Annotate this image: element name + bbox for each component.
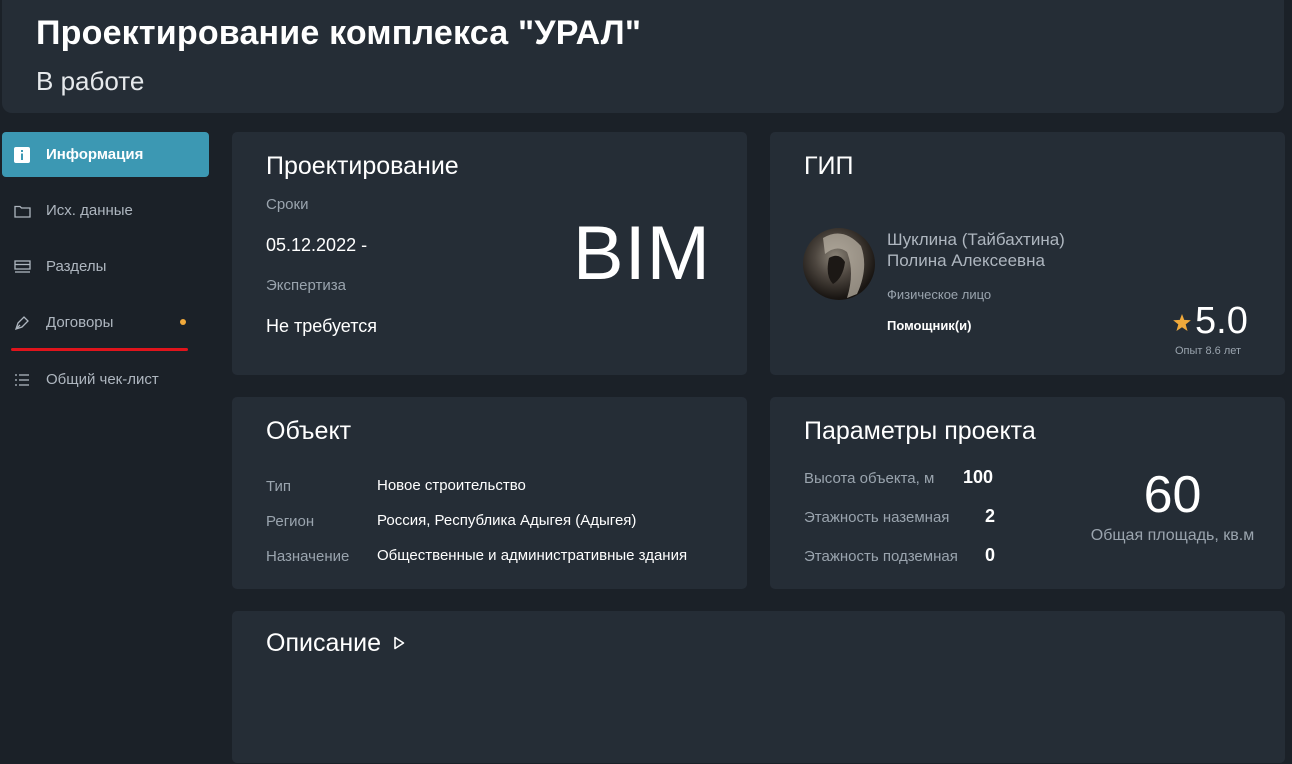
expertise-value: Не требуется	[266, 316, 377, 336]
project-header: Проектирование комплекса "УРАЛ" В работе	[2, 0, 1284, 113]
star-icon	[1173, 314, 1191, 336]
sidebar-item-label: Разделы	[46, 258, 107, 275]
rating-value: 5.0	[1195, 300, 1248, 342]
object-region-value: Россия, Республика Адыгея (Адыгея)	[377, 512, 637, 529]
avatar[interactable]	[803, 228, 875, 300]
info-icon	[13, 146, 31, 164]
floors-above-label: Этажность наземная	[804, 509, 950, 526]
triangle-right-icon	[393, 636, 405, 655]
project-title: Проектирование комплекса "УРАЛ"	[36, 14, 642, 52]
sidebar-item-info[interactable]: Информация	[2, 132, 209, 177]
design-card-title: Проектирование	[266, 152, 459, 180]
folder-icon	[13, 202, 31, 220]
params-card: Параметры проекта Высота объекта, м 100 …	[770, 397, 1285, 589]
bim-badge: BIM	[572, 211, 711, 296]
total-area-value: 60	[1143, 466, 1202, 524]
floors-below-value: 0	[985, 545, 996, 565]
sidebar-item-label: Информация	[46, 146, 144, 163]
sidebar-item-label: Исх. данные	[46, 202, 133, 219]
object-type-value: Новое строительство	[377, 477, 526, 494]
sidebar-item-label: Договоры	[46, 314, 114, 331]
object-card-title: Объект	[266, 417, 352, 445]
description-title: Описание	[266, 629, 382, 657]
height-label: Высота объекта, м	[804, 470, 935, 487]
rating: 5.0	[1173, 302, 1248, 340]
object-region-label: Регион	[266, 513, 315, 530]
floors-below-label: Этажность подземная	[804, 548, 958, 565]
deadlines-value: 05.12.2022 -	[266, 235, 368, 255]
gip-card: ГИП Шуклина (Тайбахтина) Полина Алексеев…	[770, 132, 1285, 375]
total-area-label: Общая площадь, кв.м	[1090, 527, 1255, 544]
description-card: Описание	[232, 611, 1285, 763]
sidebar-item-source-data[interactable]: Исх. данные	[2, 188, 209, 233]
floors-above-value: 2	[985, 506, 996, 526]
object-card: Объект Тип Новое строительство Регион Ро…	[232, 397, 747, 589]
sidebar-item-checklist[interactable]: Общий чек-лист	[2, 357, 209, 402]
deadlines-label: Сроки	[266, 196, 309, 213]
assistants-link[interactable]: Помощник(и)	[887, 318, 971, 333]
object-type-label: Тип	[266, 478, 292, 495]
sidebar-item-label: Общий чек-лист	[46, 371, 159, 388]
gip-name[interactable]: Шуклина (Тайбахтина) Полина Алексеевна	[887, 229, 1065, 271]
sidebar-item-sections[interactable]: Разделы	[2, 244, 209, 289]
object-purpose-value: Общественные и административные здания	[377, 547, 688, 564]
pen-icon	[13, 314, 31, 332]
gip-name-line2: Полина Алексеевна	[887, 251, 1045, 270]
person-type: Физическое лицо	[887, 287, 992, 302]
design-card: Проектирование Сроки 05.12.2022 - Экспер…	[232, 132, 747, 375]
sidebar-item-contracts[interactable]: Договоры	[2, 300, 209, 345]
contracts-underline	[11, 348, 188, 351]
experience: Опыт 8.6 лет	[1175, 345, 1242, 357]
checklist-icon	[13, 371, 31, 389]
description-toggle[interactable]: Описание	[266, 629, 405, 658]
notification-dot	[180, 319, 186, 325]
project-status: В работе	[36, 66, 145, 96]
height-value: 100	[963, 467, 994, 487]
gip-card-title: ГИП	[804, 152, 854, 180]
params-card-title: Параметры проекта	[804, 417, 1036, 445]
expertise-label: Экспертиза	[266, 277, 346, 294]
gip-name-line1: Шуклина (Тайбахтина)	[887, 230, 1065, 249]
sections-icon	[13, 258, 31, 276]
object-purpose-label: Назначение	[266, 548, 350, 565]
